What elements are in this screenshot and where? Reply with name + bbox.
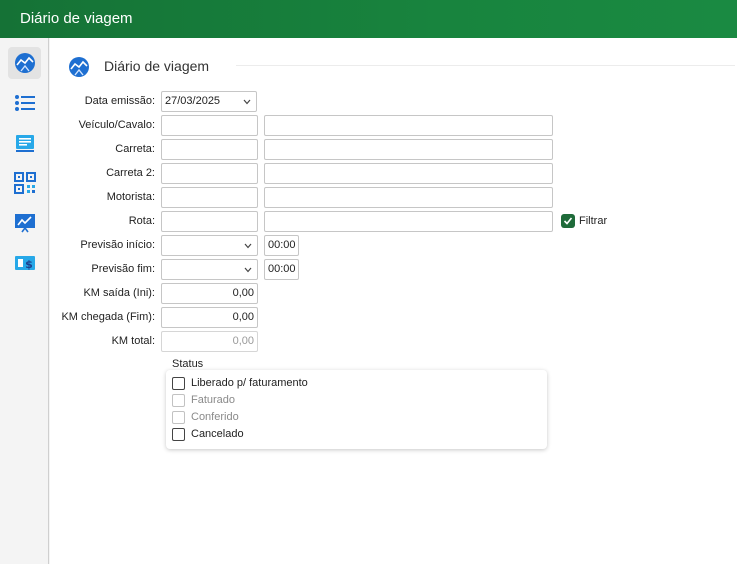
label-data-emissao: Data emissão:	[84, 95, 155, 107]
veiculo-code-input[interactable]	[161, 115, 258, 136]
status-option-cancelado[interactable]: Cancelado	[172, 426, 244, 442]
check-icon	[563, 217, 573, 225]
cancelado-checkbox[interactable]	[172, 427, 185, 441]
section-divider	[236, 65, 735, 66]
liberado-label: Liberado p/ faturamento	[191, 377, 308, 389]
window-title: Diário de viagem	[0, 0, 737, 38]
carreta2-description-input[interactable]	[264, 163, 553, 184]
status-group: Liberado p/ faturamento Faturado Conferi…	[166, 370, 547, 449]
status-option-conferido: Conferido	[172, 409, 239, 425]
carreta2-code-input[interactable]	[161, 163, 258, 184]
data-emissao-picker[interactable]: 27/03/2025	[161, 91, 257, 112]
km-total-field: 0,00	[161, 331, 258, 352]
route-icon	[14, 53, 35, 73]
km-saida-input[interactable]: 0,00	[161, 283, 258, 304]
status-option-liberado[interactable]: Liberado p/ faturamento	[172, 375, 308, 391]
label-km-saida: KM saída (Ini):	[83, 287, 155, 299]
motorista-description-input[interactable]	[264, 187, 553, 208]
previsao-fim-time-input[interactable]: 00:00	[264, 259, 299, 280]
veiculo-description-input[interactable]	[264, 115, 553, 136]
cancelado-label: Cancelado	[191, 428, 244, 440]
motorista-code-input[interactable]	[161, 187, 258, 208]
label-previsao-fim: Previsão fim:	[91, 263, 155, 275]
previsao-inicio-time-input[interactable]: 00:00	[264, 235, 299, 256]
rota-description-input[interactable]	[264, 211, 553, 232]
carreta-code-input[interactable]	[161, 139, 258, 160]
chevron-down-icon	[243, 99, 251, 105]
section-header: Diário de viagem	[68, 54, 735, 78]
rota-code-input[interactable]	[161, 211, 258, 232]
conferido-label: Conferido	[191, 411, 239, 423]
previsao-inicio-date-picker[interactable]	[161, 235, 258, 256]
label-previsao-inicio: Previsão início:	[80, 239, 155, 251]
previsao-fim-date-picker[interactable]	[161, 259, 258, 280]
label-rota: Rota:	[128, 215, 155, 227]
chevron-down-icon	[244, 243, 252, 249]
status-option-faturado: Faturado	[172, 392, 235, 408]
label-carreta2: Carreta 2:	[106, 167, 155, 179]
filtrar-label: Filtrar	[579, 215, 608, 227]
carreta-description-input[interactable]	[264, 139, 553, 160]
label-carreta: Carreta:	[115, 143, 155, 155]
data-emissao-value: 27/03/2025	[165, 95, 221, 107]
faturado-label: Faturado	[191, 394, 236, 406]
label-km-total: KM total:	[111, 335, 155, 347]
liberado-checkbox[interactable]	[172, 376, 185, 390]
conferido-checkbox	[172, 410, 185, 424]
faturado-checkbox	[172, 393, 185, 407]
main-panel: Diário de viagem Data emissão: 27/03/202…	[50, 38, 737, 564]
chevron-down-icon	[244, 267, 252, 273]
sidebar-item-route[interactable]	[8, 47, 41, 79]
filtrar-checkbox[interactable]	[561, 214, 575, 228]
label-veiculo: Veículo/Cavalo:	[78, 119, 155, 131]
status-group-title: Status	[172, 358, 204, 370]
route-icon	[69, 57, 89, 77]
label-motorista: Motorista:	[106, 191, 155, 203]
section-title: Diário de viagem	[104, 58, 216, 74]
km-chegada-input[interactable]: 0,00	[161, 307, 258, 328]
label-km-chegada: KM chegada (Fim):	[61, 311, 155, 323]
